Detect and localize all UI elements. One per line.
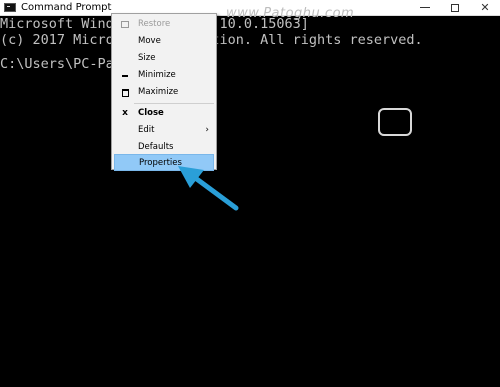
minimize-button[interactable]: [410, 0, 440, 15]
close-icon: x: [122, 108, 128, 118]
maximize-button[interactable]: [440, 0, 470, 15]
menu-item-restore[interactable]: Restore: [114, 16, 214, 33]
menu-item-label: Edit: [138, 125, 155, 135]
console-area[interactable]: Microsoft Windows [Version 10.0.15063] (…: [0, 16, 500, 387]
window-title: Command Prompt: [21, 2, 112, 13]
minimize-icon: [420, 7, 430, 8]
menu-item-label: Close: [138, 108, 164, 118]
system-context-menu: Restore Move Size Minimize Maximize x Cl…: [111, 13, 217, 171]
command-prompt-icon[interactable]: [4, 3, 16, 12]
menu-item-label: Minimize: [138, 70, 176, 80]
close-icon: ✕: [480, 1, 490, 14]
menu-item-size[interactable]: Size: [114, 50, 214, 67]
maximize-icon: [120, 84, 130, 104]
menu-item-properties[interactable]: Properties: [114, 154, 214, 171]
menu-item-label: Move: [138, 36, 161, 46]
command-prompt-window: Command Prompt ✕ Microsoft Windows [Vers…: [0, 0, 500, 387]
watermark-text: www.Patoghu.com: [226, 6, 355, 21]
menu-item-label: Maximize: [138, 87, 179, 97]
chevron-right-icon: ›: [205, 125, 209, 135]
menu-item-label: Properties: [139, 158, 182, 168]
menu-item-minimize[interactable]: Minimize: [114, 67, 214, 84]
menu-item-maximize[interactable]: Maximize: [114, 84, 214, 101]
close-button[interactable]: ✕: [470, 0, 500, 15]
menu-item-label: Restore: [138, 19, 171, 29]
menu-item-move[interactable]: Move: [114, 33, 214, 50]
minimize-icon: [120, 67, 130, 84]
maximize-icon: [451, 3, 459, 12]
patoghu-logo: [378, 108, 412, 136]
menu-separator: [134, 103, 214, 104]
menu-item-edit[interactable]: Edit ›: [114, 122, 214, 139]
menu-item-label: Size: [138, 53, 156, 63]
menu-item-close[interactable]: x Close: [114, 105, 214, 122]
